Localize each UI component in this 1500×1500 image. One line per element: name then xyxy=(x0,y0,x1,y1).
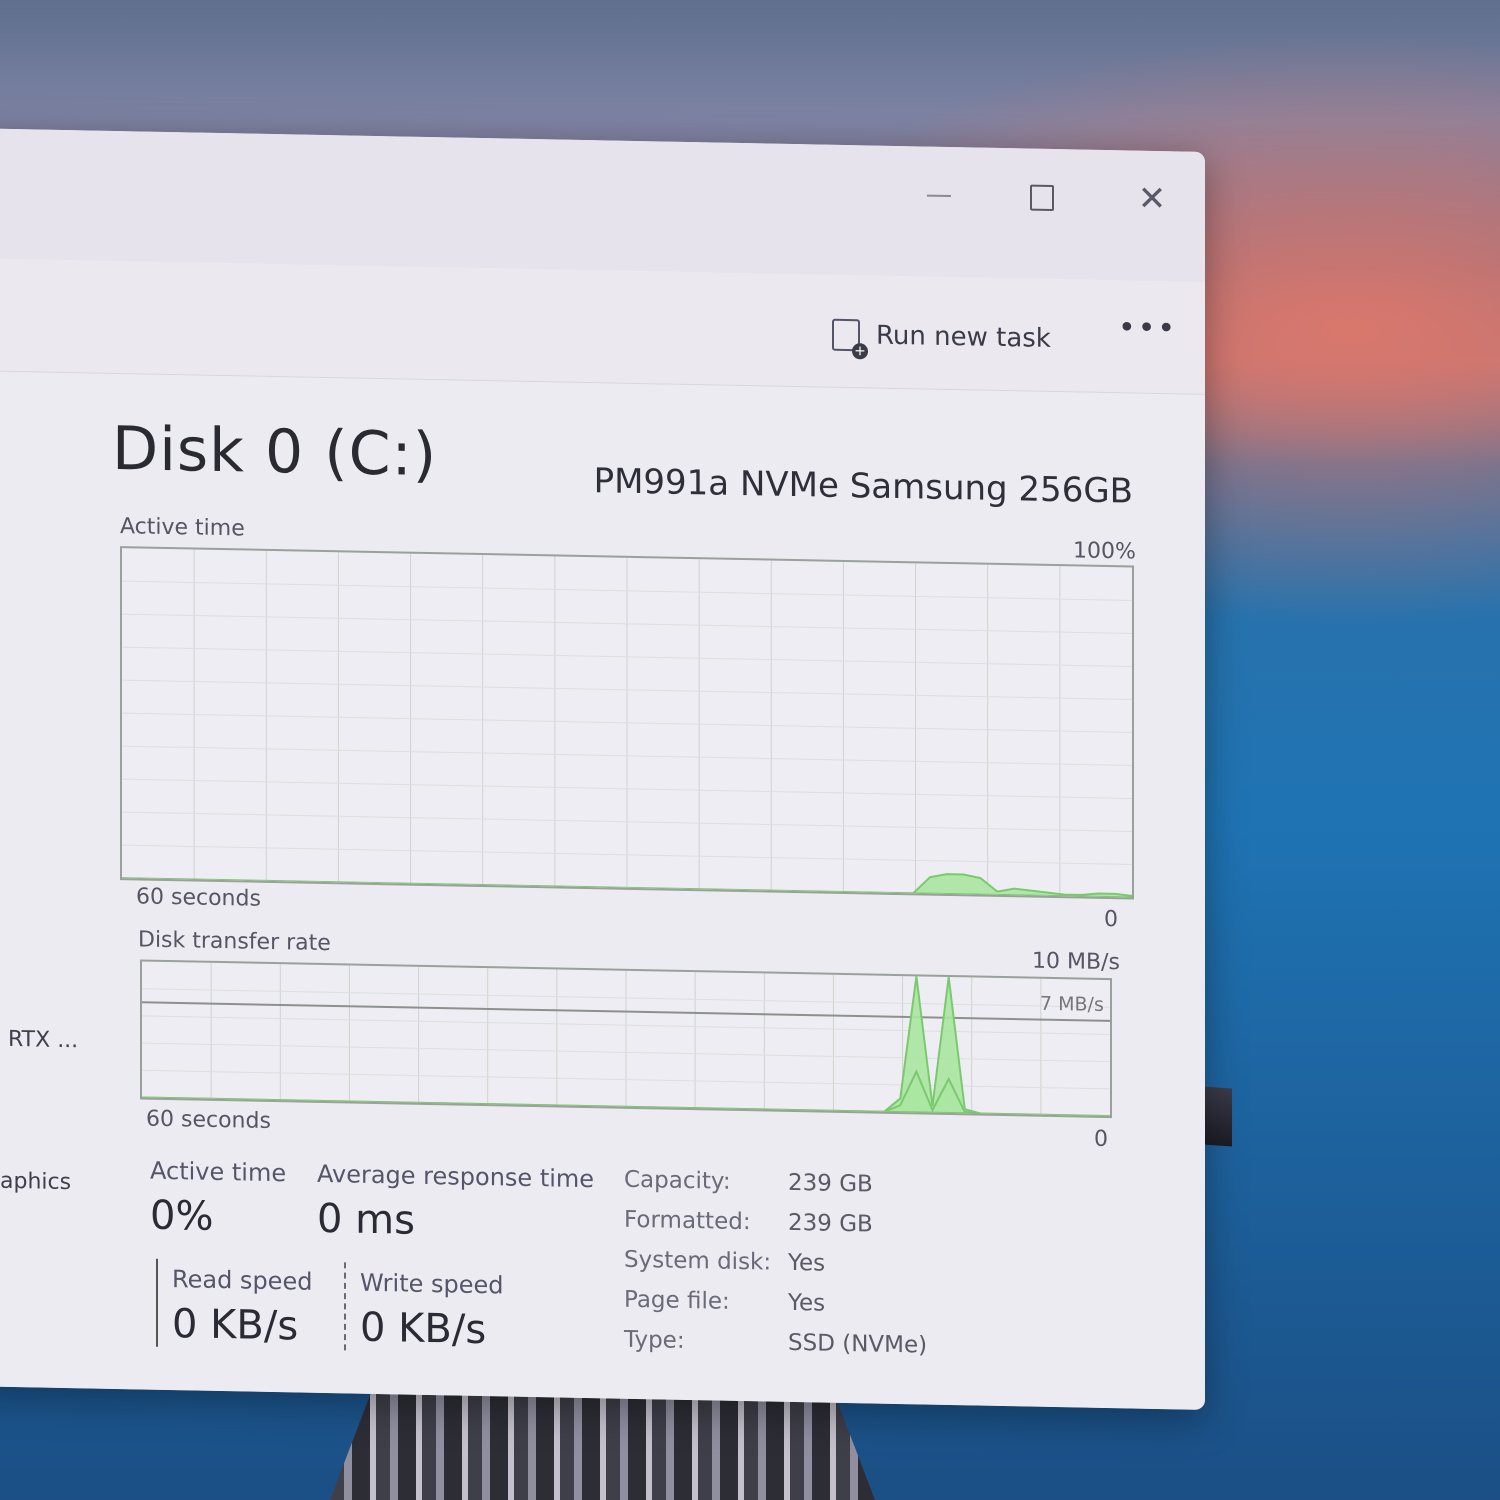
avg-response-value: 0 ms xyxy=(317,1195,415,1244)
run-new-task-button[interactable]: Run new task xyxy=(832,315,1051,359)
disk-panel: Disk 0 (C:) PM991a NVMe Samsung 256GB Ac… xyxy=(0,371,1205,1410)
read-speed-indicator xyxy=(156,1258,158,1347)
property-label: Capacity: xyxy=(624,1166,731,1195)
property-value: 239 GB xyxy=(788,1209,873,1238)
sidebar-item-gpu-label[interactable]: RTX ... xyxy=(8,1027,78,1053)
active-time-chart-svg xyxy=(122,549,1132,898)
maximize-icon xyxy=(1030,184,1054,211)
active-time-chart-min: 0 xyxy=(1104,906,1118,933)
minimize-icon xyxy=(927,194,951,197)
avg-response-label: Average response time xyxy=(317,1159,595,1194)
property-label: System disk: xyxy=(624,1246,772,1276)
active-time-stat-value: 0% xyxy=(150,1192,214,1240)
active-time-chart-label: Active time xyxy=(120,514,245,542)
task-manager-window: ✕ Run new task ••• Disk 0 (C:) PM991a NV… xyxy=(0,128,1205,1410)
transfer-chart-min: 0 xyxy=(1094,1126,1108,1153)
transfer-chart-ref-label: 7 MB/s xyxy=(1040,992,1104,1016)
transfer-chart-label: Disk transfer rate xyxy=(138,927,331,957)
property-label: Type: xyxy=(624,1326,685,1354)
transfer-chart-max: 10 MB/s xyxy=(1032,948,1120,976)
transfer-chart-svg xyxy=(142,962,1110,1117)
read-speed-value: 0 KB/s xyxy=(172,1301,299,1350)
minimize-button[interactable] xyxy=(915,174,963,215)
transfer-chart-time: 60 seconds xyxy=(146,1106,271,1134)
maximize-button[interactable] xyxy=(1018,176,1066,217)
property-value: SSD (NVMe) xyxy=(788,1329,928,1359)
active-time-chart-max: 100% xyxy=(1073,538,1136,565)
more-options-button[interactable]: ••• xyxy=(1118,310,1177,346)
active-time-chart-time: 60 seconds xyxy=(136,884,261,912)
pier-background xyxy=(330,1386,875,1500)
run-task-icon xyxy=(832,318,860,352)
write-speed-indicator xyxy=(344,1262,346,1351)
close-icon: ✕ xyxy=(1137,178,1167,220)
active-time-chart xyxy=(120,546,1134,900)
property-value: 239 GB xyxy=(788,1169,873,1198)
disk-model: PM991a NVMe Samsung 256GB xyxy=(593,461,1133,512)
write-speed-value: 0 KB/s xyxy=(360,1304,487,1354)
active-time-stat-label: Active time xyxy=(150,1156,287,1188)
run-new-task-label: Run new task xyxy=(876,320,1051,354)
property-label: Page file: xyxy=(624,1286,730,1315)
write-speed-label: Write speed xyxy=(360,1268,504,1300)
disk-title: Disk 0 (C:) xyxy=(112,413,438,491)
property-value: Yes xyxy=(788,1249,826,1277)
property-value: Yes xyxy=(788,1289,826,1317)
transfer-chart: 7 MB/s xyxy=(140,959,1112,1119)
close-button[interactable]: ✕ xyxy=(1128,178,1176,220)
property-label: Formatted: xyxy=(624,1206,751,1236)
read-speed-label: Read speed xyxy=(172,1265,313,1296)
title-bar: ✕ xyxy=(0,128,1205,282)
sidebar-item-graphics-label[interactable]: aphics xyxy=(0,1169,71,1195)
